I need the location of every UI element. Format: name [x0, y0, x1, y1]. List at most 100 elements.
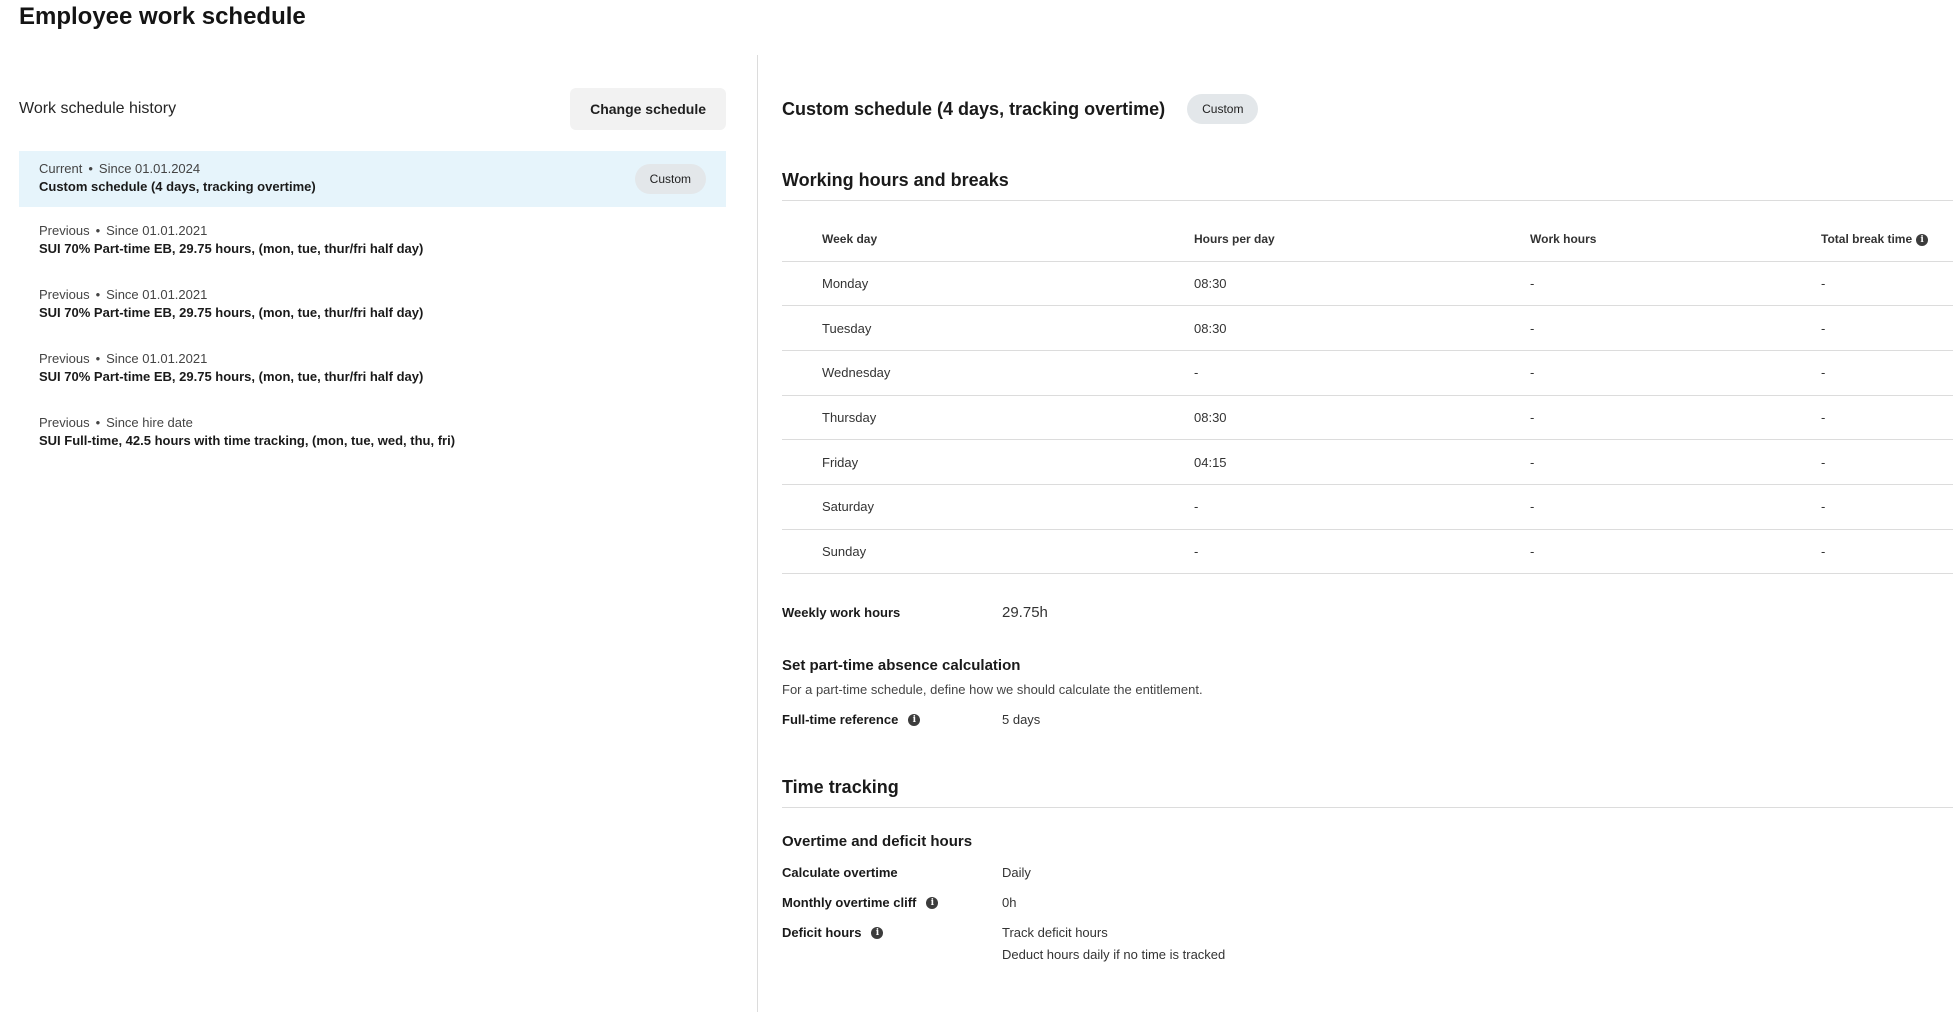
work-hours-cell: -	[1530, 261, 1821, 307]
week-day-cell: Monday	[782, 261, 1194, 307]
work-hours-cell: -	[1530, 439, 1821, 485]
fulltime-reference: Full-time reference i 5 days	[782, 712, 1953, 727]
history-item-current[interactable]: Current • Since 01.01.2024 Custom schedule…	[19, 151, 726, 207]
schedule-history-panel: Work schedule history Change schedule Cu…	[19, 88, 726, 469]
history-status: Current	[39, 161, 83, 176]
parttime-section: Set part-time absence calculation For a …	[782, 657, 1953, 727]
history-status: Previous	[39, 287, 90, 302]
total-break-time-cell: -	[1821, 439, 1953, 485]
working-hours-title: Working hours and breaks	[782, 170, 1009, 190]
info-icon[interactable]: i	[908, 713, 921, 726]
work-hours-cell: -	[1530, 484, 1821, 530]
week-day-cell: Wednesday	[782, 350, 1194, 396]
work-hours-cell: -	[1530, 350, 1821, 396]
history-list: Current • Since 01.01.2024 Custom schedule…	[19, 151, 726, 463]
col-week-day: Week day	[782, 217, 1194, 262]
table-row: Friday 04:15- -	[782, 439, 1953, 485]
schedule-detail-panel: Custom schedule (4 days, tracking overti…	[782, 92, 1953, 962]
custom-badge: Custom	[1187, 94, 1259, 124]
table-row: Wednesday - - -	[782, 350, 1953, 396]
section-divider	[782, 807, 1953, 809]
hours-per-day-cell: -	[1194, 484, 1530, 530]
table-row: Tuesday 08:30- -	[782, 305, 1953, 351]
col-hours-per-day: Hours per day	[1194, 217, 1530, 262]
hours-per-day-cell: 08:30	[1194, 261, 1530, 307]
fulltime-reference-value: 5 days	[1002, 712, 1041, 728]
col-total-break-time-label: Total break time	[1821, 231, 1913, 246]
table-row: Sunday - - -	[782, 529, 1953, 575]
section-divider	[782, 200, 1953, 201]
working-hours-section: Working hours and breaks Week day Hours …	[782, 170, 1953, 575]
monthly-overtime-cliff-label-wrap: Monthly overtime cliff i	[782, 895, 1002, 910]
monthly-overtime-cliff-label: Monthly overtime cliff	[782, 895, 917, 911]
weekly-work-hours: Weekly work hours 29.75h	[782, 604, 1953, 621]
week-day-cell: Tuesday	[782, 305, 1194, 351]
week-day-cell: Sunday	[782, 529, 1194, 575]
deficit-hours-label: Deficit hours	[782, 925, 862, 941]
table-row: Saturday - - -	[782, 484, 1953, 530]
col-total-break-time: Total break time i	[1821, 217, 1953, 262]
custom-badge: Custom	[634, 164, 706, 194]
work-hours-cell: -	[1530, 305, 1821, 351]
separator-dot: •	[88, 161, 93, 176]
panel-divider	[757, 55, 758, 1012]
history-schedule-name: Custom schedule (4 days, tracking overti…	[39, 179, 316, 194]
separator-dot: •	[95, 351, 101, 366]
history-meta: Previous • Since 01.01.2021	[39, 286, 706, 303]
info-icon[interactable]: i	[871, 926, 884, 939]
history-status: Previous	[39, 351, 90, 366]
col-work-hours: Work hours	[1530, 217, 1821, 262]
info-icon[interactable]: i	[926, 896, 939, 909]
change-schedule-button[interactable]: Change schedule	[570, 88, 726, 130]
week-day-cell: Saturday	[782, 484, 1194, 530]
history-header: Work schedule history Change schedule	[19, 88, 726, 130]
table-header-row: Week day Hours per day Work hours Total …	[782, 217, 1953, 262]
working-hours-table: Week day Hours per day Work hours Total …	[782, 217, 1953, 575]
week-day-cell: Friday	[782, 439, 1194, 485]
table-row: Thursday 08:30- -	[782, 395, 1953, 441]
history-meta: Previous • Since 01.01.2021	[39, 222, 706, 239]
history-item[interactable]: Previous • Since 01.01.2021 SUI 70% Part-t…	[19, 213, 726, 271]
time-tracking-title: Time tracking	[782, 777, 899, 798]
week-day-cell: Thursday	[782, 395, 1194, 441]
history-since: Since hire date	[106, 415, 193, 430]
history-meta: Previous • Since hire date	[39, 414, 706, 431]
work-hours-cell: -	[1530, 529, 1821, 575]
monthly-overtime-cliff-value: 0h	[1002, 895, 1017, 911]
history-since: Since 01.01.2024	[98, 161, 201, 176]
separator-dot: •	[95, 287, 101, 302]
calculate-overtime-value: Daily	[1002, 865, 1031, 881]
fulltime-reference-label: Full-time reference	[782, 712, 899, 728]
deficit-hours-label-wrap: Deficit hours i	[782, 925, 1002, 940]
schedule-header: Custom schedule (4 days, tracking overti…	[782, 92, 1953, 126]
total-break-time-cell: -	[1821, 305, 1953, 351]
history-item[interactable]: Previous • Since 01.01.2021 SUI 70% Part-t…	[19, 277, 726, 335]
parttime-description: For a part-time schedule, define how we …	[782, 682, 1203, 698]
deficit-hours-extra: Deduct hours daily if no time is tracked	[1002, 947, 1226, 963]
time-tracking-section: Time tracking Overtime and deficit hours…	[782, 777, 1953, 962]
history-since: Since 01.01.2021	[106, 223, 208, 238]
separator-dot: •	[95, 415, 101, 430]
total-break-time-cell: -	[1821, 395, 1953, 441]
history-item[interactable]: Previous • Since 01.01.2021 SUI 70% Part-t…	[19, 341, 726, 399]
history-schedule-name: SUI Full-time, 42.5 hours with time trac…	[39, 433, 456, 448]
hours-per-day-cell: 08:30	[1194, 305, 1530, 351]
info-icon[interactable]: i	[1916, 233, 1929, 246]
parttime-title: Set part-time absence calculation	[782, 657, 1021, 675]
history-meta: Current • Since 01.01.2024	[39, 160, 706, 177]
history-schedule-name: SUI 70% Part-time EB, 29.75 hours, (mon,…	[39, 369, 424, 384]
work-hours-cell: -	[1530, 395, 1821, 441]
table-row: Monday 08:30- -	[782, 261, 1953, 307]
monthly-overtime-cliff: Monthly overtime cliff i 0h	[782, 895, 1953, 910]
hours-per-day-cell: 08:30	[1194, 395, 1530, 441]
total-break-time-cell: -	[1821, 350, 1953, 396]
history-item[interactable]: Previous • Since hire date SUI Full-time, …	[19, 405, 726, 463]
history-schedule-name: SUI 70% Part-time EB, 29.75 hours, (mon,…	[39, 241, 424, 256]
deficit-hours-value: Track deficit hours	[1002, 925, 1108, 941]
history-title: Work schedule history	[19, 100, 177, 117]
overtime-title: Overtime and deficit hours	[782, 833, 973, 851]
schedule-title: Custom schedule (4 days, tracking overti…	[782, 98, 1166, 119]
total-break-time-cell: -	[1821, 484, 1953, 530]
hours-per-day-cell: -	[1194, 350, 1530, 396]
history-meta: Previous • Since 01.01.2021	[39, 350, 706, 367]
